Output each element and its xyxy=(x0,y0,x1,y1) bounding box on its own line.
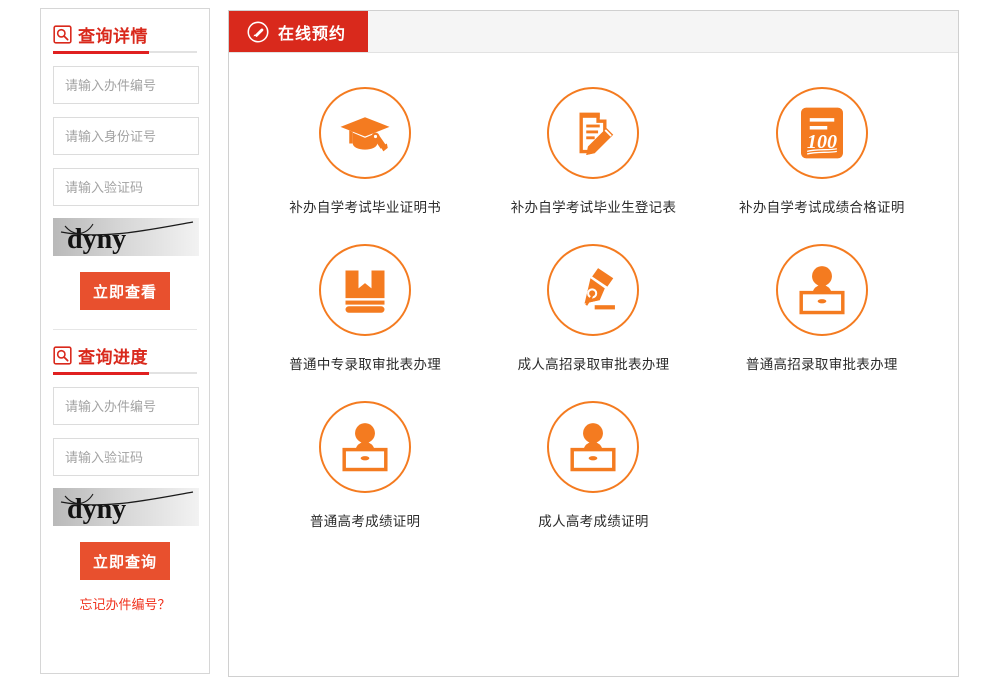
service-icon-circle xyxy=(547,401,640,493)
service-item-score-certificate[interactable]: 100 补办自学考试成绩合格证明 xyxy=(708,87,936,216)
service-label: 补办自学考试毕业生登记表 xyxy=(510,200,677,215)
book-bookmark-icon xyxy=(339,264,391,316)
service-item-graduate-registration-form[interactable]: 补办自学考试毕业生登记表 xyxy=(479,87,707,216)
service-item-adult-admission-form[interactable]: 成人高招录取审批表办理 xyxy=(479,244,707,373)
service-icon-circle xyxy=(775,244,868,336)
captcha-input[interactable] xyxy=(53,168,199,206)
captcha-text: dyny xyxy=(67,224,126,255)
pencil-circle-icon xyxy=(247,21,269,43)
id-card-input[interactable] xyxy=(53,117,199,155)
service-label: 普通高招录取审批表办理 xyxy=(745,357,898,372)
section-underline xyxy=(53,51,197,54)
service-item-gaokao-score-certificate[interactable]: 普通高考成绩证明 xyxy=(251,401,479,530)
service-label: 成人高考成绩证明 xyxy=(538,514,649,529)
score-100-icon: 100 xyxy=(797,105,847,161)
section-header-query-progress: 查询进度 xyxy=(53,330,197,375)
service-grid: 补办自学考试毕业证明书 补办自学考试毕业生登记表 100 补办自学考试成绩合格证… xyxy=(229,53,958,530)
page-root: 查询详情 dyny 立即查看 xyxy=(0,0,988,687)
service-icon-circle xyxy=(547,244,640,336)
forgot-case-number-link[interactable]: 忘记办件编号？ xyxy=(53,594,197,613)
case-number-input[interactable] xyxy=(53,387,199,425)
captcha-image[interactable]: dyny xyxy=(53,218,199,256)
pen-nib-icon xyxy=(566,263,620,317)
panel-header: 在线预约 xyxy=(229,11,958,53)
captcha-image[interactable]: dyny xyxy=(53,488,199,526)
tab-label: 在线预约 xyxy=(278,25,347,43)
person-desk-icon xyxy=(565,421,621,473)
service-icon-circle xyxy=(547,87,640,179)
view-now-button[interactable]: 立即查看 xyxy=(80,272,170,310)
section-header-query-details: 查询详情 xyxy=(53,9,197,54)
service-label: 普通高考成绩证明 xyxy=(309,514,421,529)
service-item-college-admission-form[interactable]: 普通高招录取审批表办理 xyxy=(708,244,936,373)
service-icon-circle xyxy=(319,244,412,336)
service-icon-circle xyxy=(319,401,412,493)
service-icon-circle: 100 xyxy=(775,87,868,179)
captcha-input[interactable] xyxy=(53,438,199,476)
search-square-icon xyxy=(53,345,72,365)
service-item-adult-gaokao-score-certificate[interactable]: 成人高考成绩证明 xyxy=(479,401,707,530)
document-pencil-icon xyxy=(566,106,620,160)
person-desk-icon xyxy=(794,264,850,316)
service-label: 普通中专录取审批表办理 xyxy=(289,357,442,372)
service-label: 补办自学考试成绩合格证明 xyxy=(739,200,905,215)
captcha-text: dyny xyxy=(67,494,126,525)
section-title: 查询详情 xyxy=(78,26,148,46)
service-item-graduation-certificate[interactable]: 补办自学考试毕业证明书 xyxy=(251,87,479,216)
tab-online-booking[interactable]: 在线预约 xyxy=(229,11,369,52)
service-label: 补办自学考试毕业证明书 xyxy=(289,200,442,215)
query-sidebar: 查询详情 dyny 立即查看 xyxy=(40,8,210,674)
section-title: 查询进度 xyxy=(78,347,148,367)
search-square-icon xyxy=(53,24,72,44)
graduation-cap-icon xyxy=(337,105,393,161)
service-label: 成人高招录取审批表办理 xyxy=(517,357,670,372)
query-now-button[interactable]: 立即查询 xyxy=(80,542,170,580)
case-number-input[interactable] xyxy=(53,66,199,104)
service-icon-circle xyxy=(319,87,412,179)
person-desk-icon xyxy=(337,421,393,473)
online-booking-panel: 在线预约 补办自学考试毕业证明书 补办自学考试毕业生登记表 100 补办自学考试… xyxy=(228,10,959,677)
service-item-vocational-admission-form[interactable]: 普通中专录取审批表办理 xyxy=(251,244,479,373)
section-underline xyxy=(53,372,197,375)
